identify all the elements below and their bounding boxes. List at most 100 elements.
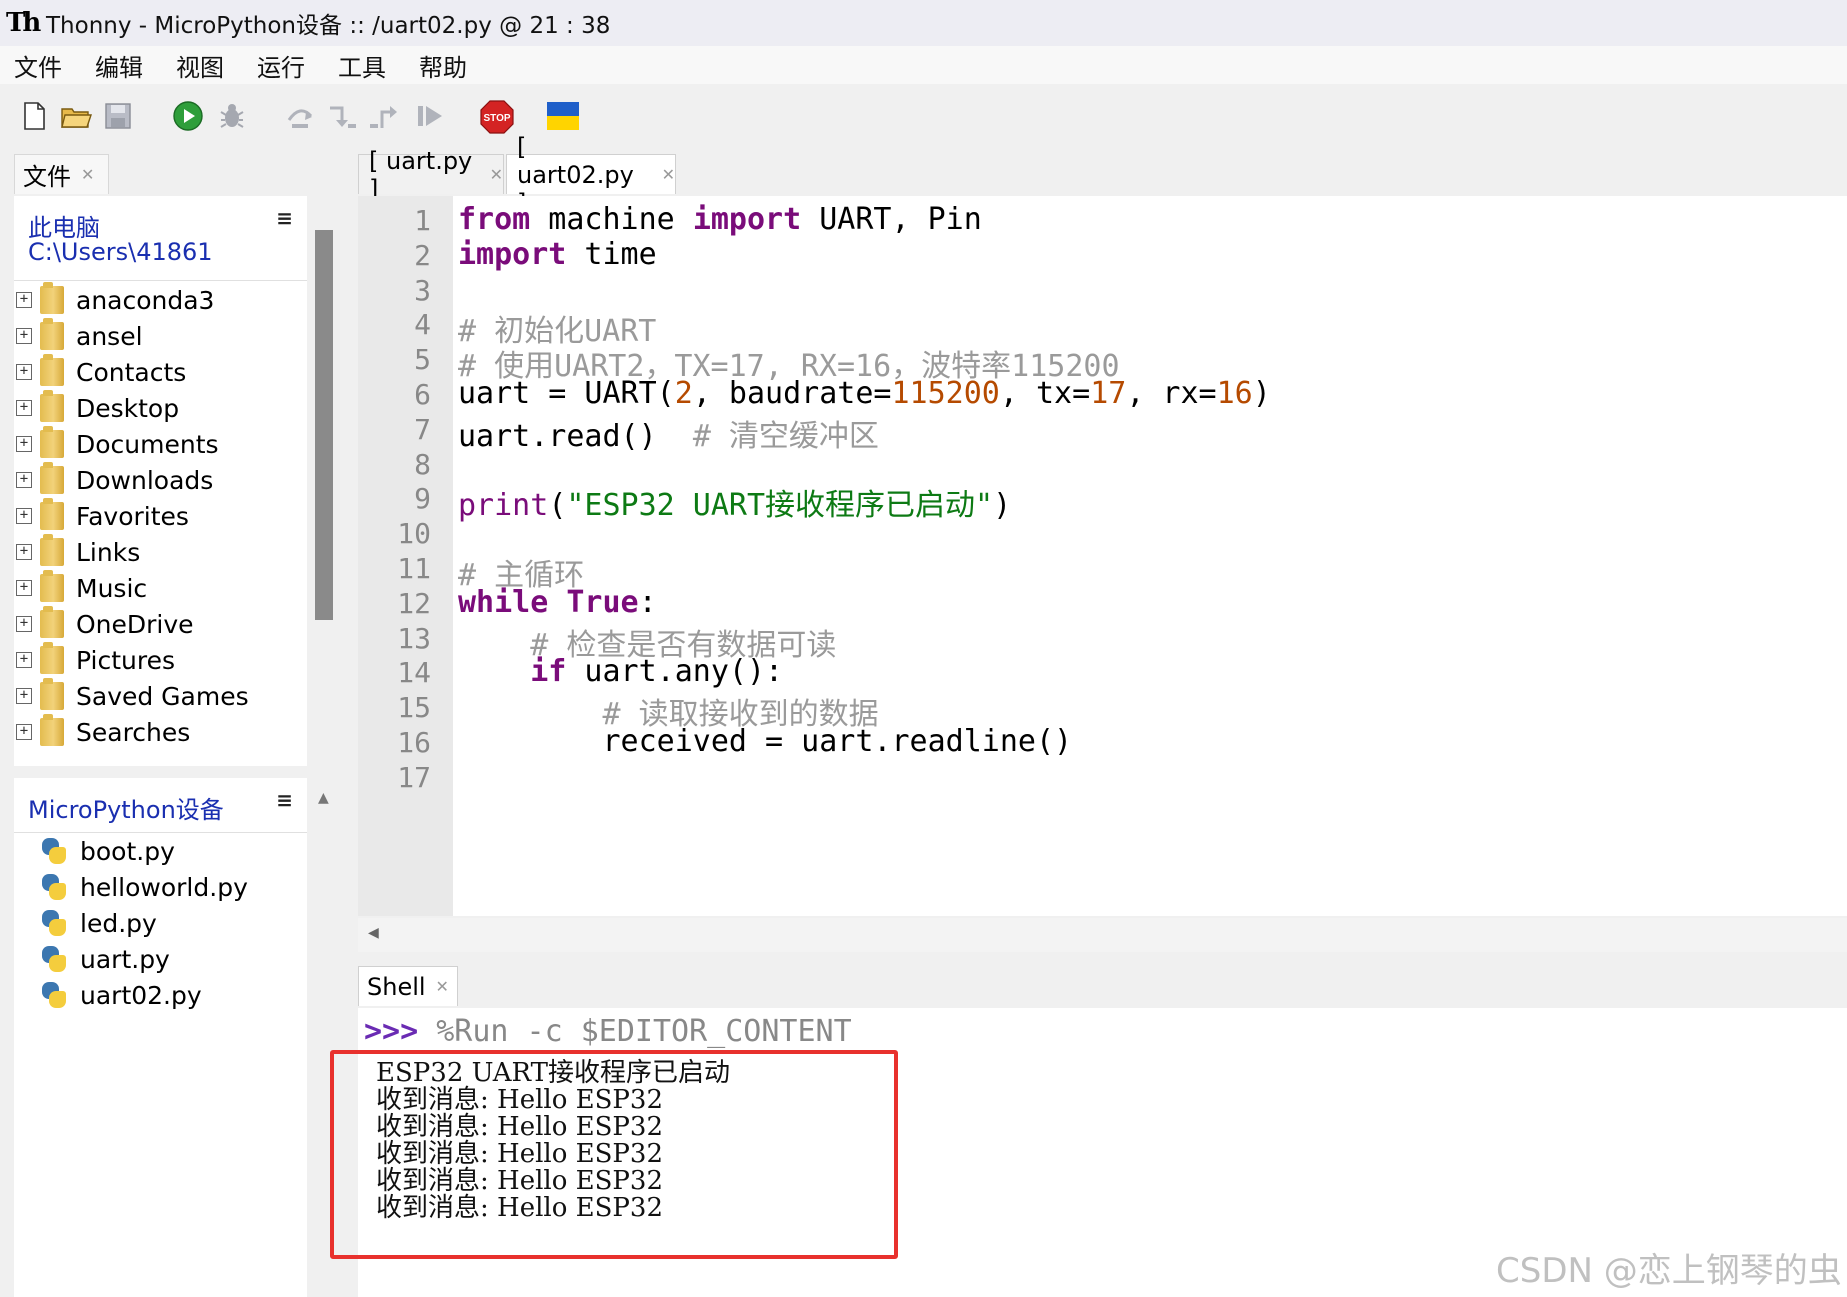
tab-label: [ uart.py ] <box>369 146 473 203</box>
device-file-label: led.py <box>80 908 157 938</box>
step-into-icon[interactable] <box>326 100 358 132</box>
line-number-gutter: 1 2 3 4 5 6 7 8 9 10 11 12 13 14 15 16 17 <box>358 196 453 916</box>
folder-item[interactable]: + Pictures <box>14 642 175 677</box>
code-token: 115200 <box>891 376 1000 411</box>
folder-icon <box>40 498 64 530</box>
tab-uart-py[interactable]: [ uart.py ] ✕ <box>358 147 504 203</box>
folder-icon <box>40 534 64 566</box>
device-title[interactable]: MicroPython设备 <box>28 790 224 825</box>
device-file-item[interactable]: led.py <box>14 906 157 940</box>
divider <box>14 832 307 833</box>
device-file-item[interactable]: helloworld.py <box>14 870 248 904</box>
line-number: 2 <box>414 238 431 272</box>
line-number: 13 <box>397 621 431 655</box>
folder-item[interactable]: + Favorites <box>14 498 189 533</box>
save-icon[interactable] <box>102 100 134 132</box>
folder-item[interactable]: + ansel <box>14 318 143 353</box>
expand-icon[interactable]: + <box>16 652 32 668</box>
menu-file[interactable]: 文件 <box>14 48 62 83</box>
expand-icon[interactable]: + <box>16 508 32 524</box>
folder-item[interactable]: + Desktop <box>14 390 180 425</box>
device-file-item[interactable]: boot.py <box>14 834 175 868</box>
folder-item[interactable]: + Contacts <box>14 354 186 389</box>
device-menu-icon[interactable]: ≡ <box>276 788 293 812</box>
device-file-item[interactable]: uart02.py <box>14 978 202 1012</box>
menu-run[interactable]: 运行 <box>257 48 305 83</box>
scroll-up-icon[interactable]: ▲ <box>318 790 329 806</box>
device-file-label: helloworld.py <box>80 872 248 902</box>
line-number: 11 <box>397 552 431 585</box>
editor-tabs: [ uart.py ] ✕ [ uart02.py ] ✕ <box>358 133 1847 217</box>
stop-icon[interactable]: STOP <box>480 100 514 134</box>
location-path[interactable]: C:\Users\41861 <box>28 238 213 266</box>
expand-icon[interactable]: + <box>16 688 32 704</box>
expand-icon[interactable]: + <box>16 544 32 560</box>
close-icon[interactable]: ✕ <box>81 165 94 184</box>
code-token: received = uart.readline() <box>458 724 1073 759</box>
code-line: uart = UART(2, baudrate=115200, tx=17, r… <box>458 376 1271 411</box>
expand-icon[interactable]: + <box>16 328 32 344</box>
folder-item[interactable]: + Music <box>14 570 148 605</box>
folder-item[interactable]: + OneDrive <box>14 606 194 641</box>
menu-view[interactable]: 视图 <box>176 48 224 83</box>
shell-command: %Run -c $EDITOR_CONTENT <box>418 1014 852 1049</box>
expand-icon[interactable]: + <box>16 724 32 740</box>
scroll-left-icon[interactable]: ◀ <box>368 925 379 941</box>
code-editor[interactable]: 1 2 3 4 5 6 7 8 9 10 11 12 13 14 15 16 17 from machine i… <box>358 196 1847 916</box>
horizontal-scrollbar[interactable]: ◀ <box>358 918 1847 952</box>
expand-icon[interactable]: + <box>16 436 32 452</box>
code-token: True <box>566 584 639 620</box>
step-over-icon[interactable] <box>284 100 316 132</box>
code-token: uart.read() <box>458 418 693 454</box>
menu-tools[interactable]: 工具 <box>338 48 386 83</box>
debug-icon[interactable] <box>216 100 248 132</box>
tab-files[interactable]: 文件 ✕ <box>14 154 109 194</box>
tab-shell[interactable]: Shell ✕ <box>358 966 458 1006</box>
folder-label: Music <box>76 573 148 603</box>
expand-icon[interactable]: + <box>16 616 32 632</box>
menu-edit[interactable]: 编辑 <box>95 48 143 83</box>
device-file-item[interactable]: uart.py <box>14 942 170 976</box>
expand-icon[interactable]: + <box>16 292 32 308</box>
folder-item[interactable]: + Documents <box>14 426 219 461</box>
close-icon[interactable]: ✕ <box>662 165 675 184</box>
code-token: , rx= <box>1126 376 1217 411</box>
close-icon[interactable]: ✕ <box>490 165 503 184</box>
close-icon[interactable]: ✕ <box>436 977 449 996</box>
code-line: print("ESP32 UART接收程序已启动") <box>458 480 1011 524</box>
new-file-icon[interactable] <box>18 100 50 132</box>
folder-icon <box>40 462 64 494</box>
code-token: while <box>458 584 549 620</box>
expand-icon[interactable]: + <box>16 580 32 596</box>
code-line: import time <box>458 237 657 272</box>
files-scrollbar[interactable] <box>315 230 333 620</box>
menu-help[interactable]: 帮助 <box>419 48 467 83</box>
resume-icon[interactable] <box>414 100 446 132</box>
tab-uart02-py[interactable]: [ uart02.py ] ✕ <box>506 133 676 217</box>
run-icon[interactable] <box>172 100 204 132</box>
folder-item[interactable]: + Downloads <box>14 462 213 497</box>
open-file-icon[interactable] <box>60 100 92 132</box>
folder-item[interactable]: + anaconda3 <box>14 282 215 317</box>
files-menu-icon[interactable]: ≡ <box>276 206 293 230</box>
line-number: 5 <box>414 343 431 377</box>
toolbar: STOP <box>0 84 1847 150</box>
folder-item[interactable]: + Links <box>14 534 140 569</box>
step-out-icon[interactable] <box>368 100 400 132</box>
folder-icon <box>40 714 64 746</box>
folder-icon <box>40 354 64 386</box>
folder-icon <box>40 318 64 350</box>
highlight-box <box>330 1050 898 1259</box>
folder-label: anaconda3 <box>76 285 215 315</box>
folder-item[interactable]: + Saved Games <box>14 678 249 713</box>
line-number: 14 <box>397 656 431 690</box>
expand-icon[interactable]: + <box>16 400 32 416</box>
code-line: from machine import UART, Pin <box>458 202 982 237</box>
expand-icon[interactable]: + <box>16 364 32 380</box>
folder-item[interactable]: + Searches <box>14 714 190 749</box>
expand-icon[interactable]: + <box>16 472 32 488</box>
folder-icon <box>40 570 64 602</box>
ukraine-flag-icon[interactable] <box>546 100 580 132</box>
code-line: while True: <box>458 585 657 620</box>
folder-label: Desktop <box>76 393 180 423</box>
